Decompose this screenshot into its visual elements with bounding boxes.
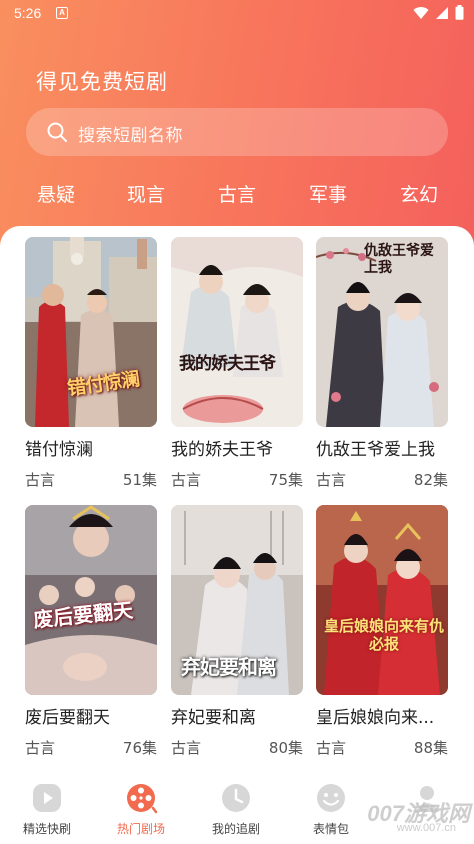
drama-card[interactable]: 我的娇夫王爷 我的娇夫王爷 古言 75集 — [171, 237, 303, 489]
drama-title: 弃妃要和离 — [171, 708, 256, 728]
drama-poster[interactable]: 仇敌王爷爱上我 — [316, 237, 448, 427]
notification-icon: A — [56, 7, 68, 19]
drama-episodes: 88集 — [413, 739, 448, 757]
status-icons — [413, 5, 464, 20]
clock-icon — [222, 784, 250, 812]
signal-icon — [436, 6, 448, 19]
battery-icon — [455, 5, 464, 20]
tab-suspense[interactable]: 悬疑 — [26, 180, 86, 207]
drama-title: 皇后娘娘向来... — [316, 708, 435, 728]
search-icon — [47, 122, 67, 142]
drama-genre: 古言 — [171, 739, 202, 757]
drama-genre: 古言 — [25, 471, 56, 489]
tab-modern-romance[interactable]: 现言 — [116, 180, 176, 207]
nav-label: 热门剧场 — [116, 822, 165, 836]
drama-grid: 错付惊澜 错付惊澜 古言 51集 我的娇夫王爷 我的娇夫王爷 古言 75集 仇敌… — [0, 226, 474, 774]
film-reel-icon — [127, 784, 157, 814]
drama-episodes: 82集 — [413, 471, 448, 489]
tab-military[interactable]: 军事 — [298, 180, 358, 207]
drama-poster[interactable]: 皇后娘娘向来有仇必报 — [316, 505, 448, 695]
poster-title-art: 弃妃要和离 — [181, 655, 277, 679]
drama-poster[interactable]: 我的娇夫王爷 — [171, 237, 303, 427]
drama-card[interactable]: 弃妃要和离 弃妃要和离 古言 80集 — [171, 505, 303, 757]
genre-tabs: 悬疑 现言 古言 军事 玄幻 — [0, 180, 474, 210]
smiley-icon — [317, 784, 345, 812]
drama-genre: 古言 — [316, 739, 347, 757]
drama-episodes: 51集 — [122, 471, 157, 489]
drama-genre: 古言 — [316, 471, 347, 489]
drama-card[interactable]: 仇敌王爷爱上我 仇敌王爷爱上我 古言 82集 — [316, 237, 448, 489]
drama-genre: 古言 — [25, 739, 56, 757]
search-input[interactable]: 搜索短剧名称 — [26, 108, 448, 156]
poster-title-art: 仇敌王爷爱上我 — [364, 243, 434, 276]
tab-fantasy[interactable]: 玄幻 — [389, 180, 449, 207]
drama-episodes: 76集 — [122, 739, 157, 757]
drama-poster[interactable]: 废后要翻天 — [25, 505, 157, 695]
drama-episodes: 80集 — [268, 739, 303, 757]
drama-card[interactable]: 废后要翻天 废后要翻天 古言 76集 — [25, 505, 157, 757]
nav-hot-theater[interactable]: 热门剧场 — [94, 782, 188, 837]
watermark-url: www.007.cn — [396, 822, 456, 834]
nav-label: 精选快刷 — [22, 822, 71, 836]
nav-my-follows[interactable]: 我的追剧 — [189, 782, 283, 837]
wifi-icon — [413, 6, 429, 19]
tab-ancient-romance[interactable]: 古言 — [207, 180, 267, 207]
drama-poster[interactable]: 弃妃要和离 — [171, 505, 303, 695]
drama-title: 错付惊澜 — [25, 440, 93, 460]
drama-title: 仇敌王爷爱上我 — [316, 440, 435, 460]
status-bar: 5:26 A — [0, 0, 474, 28]
drama-poster[interactable]: 错付惊澜 — [25, 237, 157, 427]
search-placeholder: 搜索短剧名称 — [78, 126, 183, 146]
play-icon — [33, 784, 61, 812]
nav-label: 我的追剧 — [211, 822, 260, 836]
nav-label: 表情包 — [312, 822, 349, 836]
app-title: 得见免费短剧 — [36, 70, 168, 94]
nav-stickers[interactable]: 表情包 — [284, 782, 378, 837]
drama-genre: 古言 — [171, 471, 202, 489]
drama-episodes: 75集 — [268, 471, 303, 489]
drama-title: 我的娇夫王爷 — [171, 440, 273, 460]
poster-title-art: 我的娇夫王爷 — [179, 354, 276, 374]
poster-title-art: 皇后娘娘向来有仇必报 — [323, 617, 444, 653]
drama-title: 废后要翻天 — [25, 708, 110, 728]
drama-card[interactable]: 皇后娘娘向来有仇必报 皇后娘娘向来... 古言 88集 — [316, 505, 448, 757]
status-time: 5:26 — [14, 5, 42, 21]
drama-card[interactable]: 错付惊澜 错付惊澜 古言 51集 — [25, 237, 157, 489]
nav-featured[interactable]: 精选快刷 — [0, 782, 94, 837]
